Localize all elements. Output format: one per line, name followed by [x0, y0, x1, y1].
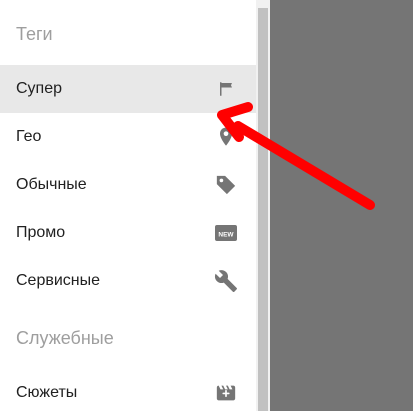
- navigation-drawer: Теги Супер Гео Обычные Промо NEW Сервисн…: [0, 0, 256, 411]
- drawer-item-promo[interactable]: Промо NEW: [0, 209, 256, 257]
- tag-icon: [214, 173, 238, 197]
- drawer-item-label: Сюжеты: [16, 384, 78, 401]
- location-pin-icon: [214, 125, 238, 149]
- drawer-item-label: Гео: [16, 128, 42, 145]
- drawer-item-label: Промо: [16, 224, 66, 241]
- section-title-service: Служебные: [16, 328, 114, 348]
- drawer-item-label: Обычные: [16, 176, 87, 193]
- section-title-tags: Теги: [16, 24, 53, 44]
- drawer-item-regular[interactable]: Обычные: [0, 161, 256, 209]
- wrench-icon: [214, 269, 238, 293]
- drawer-scrollbar[interactable]: [256, 0, 270, 411]
- drawer-item-service[interactable]: Сервисные: [0, 257, 256, 305]
- flag-icon: [214, 77, 238, 101]
- drawer-item-label: Сервисные: [16, 272, 101, 289]
- svg-text:NEW: NEW: [218, 231, 234, 238]
- drawer-item-stories[interactable]: Сюжеты: [0, 369, 256, 411]
- new-badge-icon: NEW: [214, 221, 238, 245]
- drawer-item-label: Супер: [16, 80, 63, 97]
- backdrop-overlay[interactable]: [256, 0, 413, 411]
- scrollbar-thumb[interactable]: [258, 8, 268, 411]
- drawer-item-geo[interactable]: Гео: [0, 113, 256, 161]
- app-screen: Теги Супер Гео Обычные Промо NEW Сервисн…: [0, 0, 413, 411]
- movie-clapper-icon: [214, 381, 238, 405]
- drawer-item-super[interactable]: Супер: [0, 65, 256, 113]
